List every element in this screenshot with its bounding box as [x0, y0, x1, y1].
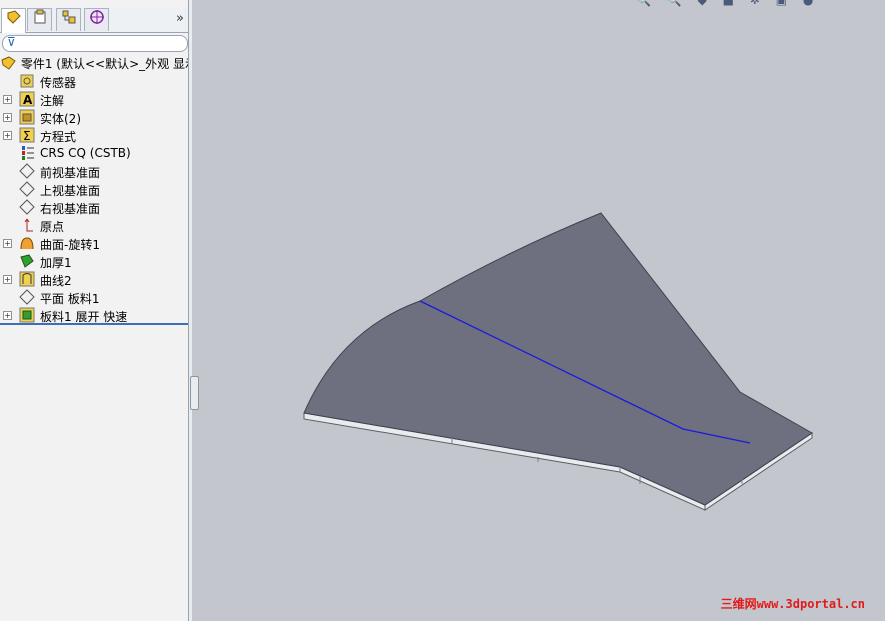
tree-item-label: 实体(2) [40, 112, 81, 126]
tree-item-label: 上视基准面 [40, 184, 101, 198]
tree-item-label: 注解 [40, 94, 65, 108]
part-edge-front [303, 412, 706, 511]
feature-manager-panel: » ⊽ 零件1 (默认<<默认>_外观 显示 传感器 + A 注解 + 实体(2) + Σ 方程… [0, 0, 189, 621]
dimxpert-icon [89, 10, 104, 24]
expand-toggle[interactable]: + [3, 113, 12, 122]
property-manager-icon [34, 9, 45, 24]
tab-feature-manager[interactable] [1, 8, 26, 33]
tree-item-label: 前视基准面 [40, 166, 101, 180]
svg-text:Σ: Σ [23, 129, 31, 143]
view-orientation-icon[interactable]: ◆ [698, 0, 707, 7]
revolve-surface-icon [20, 237, 34, 250]
curve2-line [419, 300, 751, 444]
tree-root-label: 零件1 (默认<<默认>_外观 显示 [20, 57, 189, 71]
plane-icon [19, 199, 35, 215]
material-icon [22, 146, 34, 160]
splitter-handle[interactable] [190, 376, 199, 410]
origin-icon [24, 218, 33, 232]
tab-property-manager[interactable] [27, 8, 52, 31]
tree-item-label: CRS CQ (CSTB) [40, 146, 131, 160]
tree-item-label: 传感器 [40, 76, 77, 90]
feature-manager-icon [7, 10, 21, 24]
thicken-icon [20, 254, 34, 268]
tree-item-label: 加厚1 [40, 256, 72, 270]
manager-tabs: » [0, 7, 188, 33]
sheet-metal-part-face [303, 212, 813, 506]
tree-item-label: 右视基准面 [40, 202, 101, 216]
tree-item-label: 平面 板料1 [40, 292, 100, 306]
filter-icon: ⊽ [7, 35, 16, 49]
expand-toggle[interactable]: + [3, 239, 12, 248]
chevron-right-icon[interactable]: » [176, 11, 184, 26]
solid-bodies-icon [19, 109, 35, 125]
zoom-to-fit-icon[interactable]: 🔍 [636, 0, 651, 7]
curve-icon [19, 271, 35, 287]
tree-item-label: 原点 [40, 220, 65, 234]
sensor-icon [20, 74, 34, 88]
flatten-icon [19, 307, 35, 323]
tree-filter-input[interactable]: ⊽ [2, 35, 188, 52]
svg-text:A: A [23, 93, 33, 107]
rollback-bar[interactable] [0, 323, 188, 325]
tree-root-part[interactable]: 零件1 (默认<<默认>_外观 显示 [1, 55, 189, 71]
expand-toggle[interactable]: + [3, 311, 12, 320]
plane-icon [19, 181, 35, 197]
scene-icon[interactable]: ▣ [776, 0, 787, 7]
plane-icon [19, 163, 35, 179]
tree-item-label: 曲线2 [40, 274, 72, 288]
plane-icon [19, 289, 35, 305]
tab-configuration-manager[interactable] [56, 8, 81, 31]
hide-show-icon[interactable]: ✲ [750, 0, 760, 7]
configuration-manager-icon [62, 10, 75, 24]
view-toolbar: 🔍 🔍 ◆ ■ ✲ ▣ ● [636, 0, 825, 7]
equations-icon: Σ [19, 127, 35, 143]
part-edge-right [704, 432, 813, 511]
zoom-area-icon[interactable]: 🔍 [667, 0, 682, 7]
part-icon [1, 56, 16, 70]
tab-dimxpert-manager[interactable] [84, 8, 109, 31]
expand-toggle[interactable]: + [3, 275, 12, 284]
tree-item-label: 方程式 [40, 130, 77, 144]
display-style-icon[interactable]: ■ [723, 0, 734, 7]
panel-splitter[interactable] [189, 0, 192, 621]
watermark: 三维网www.3dportal.cn [720, 597, 865, 611]
annotation-icon: A [19, 91, 35, 107]
tree-item-label: 曲面-旋转1 [40, 238, 100, 252]
expand-toggle[interactable]: + [3, 95, 12, 104]
part-edge-seams [451, 438, 743, 484]
expand-toggle[interactable]: + [3, 131, 12, 140]
appearance-icon[interactable]: ● [803, 0, 813, 7]
